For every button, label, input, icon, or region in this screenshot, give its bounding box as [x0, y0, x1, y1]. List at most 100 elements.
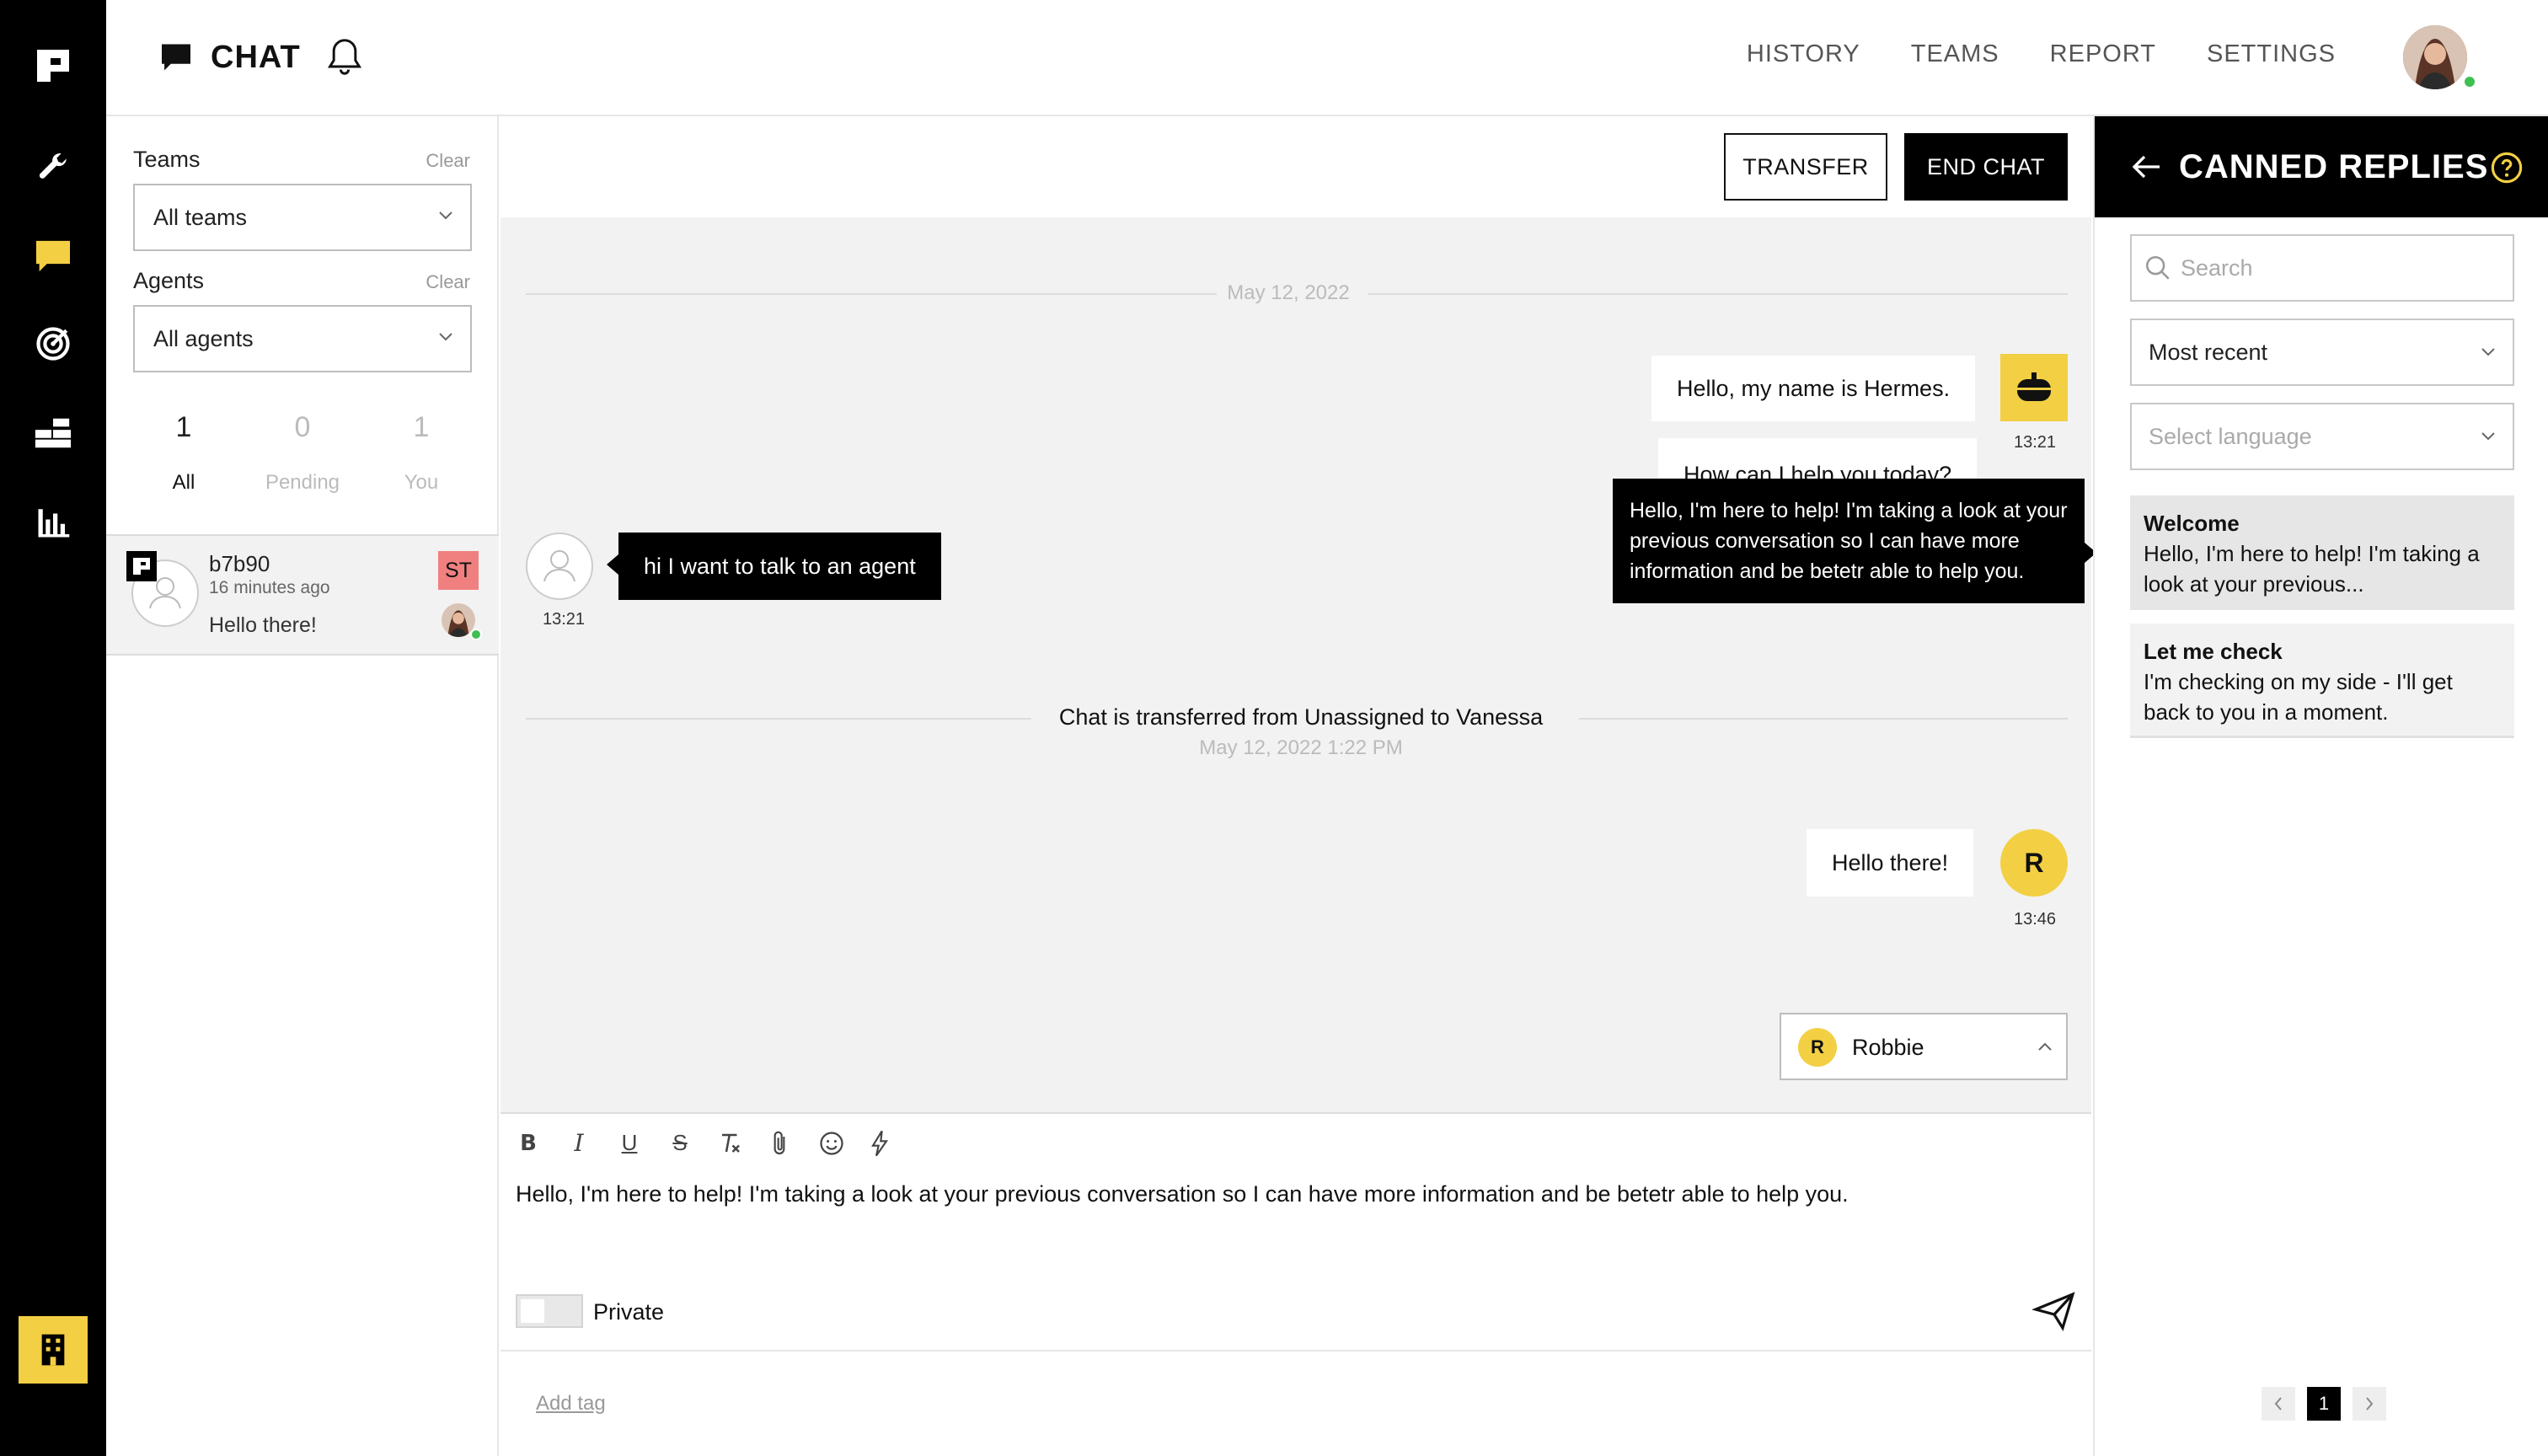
count-all[interactable]: 1 All — [133, 411, 234, 495]
attachment-icon[interactable] — [768, 1130, 794, 1157]
target-icon[interactable] — [33, 324, 73, 364]
agents-select-value: All agents — [153, 325, 254, 351]
chevron-down-icon — [439, 333, 452, 341]
visitor-avatar — [526, 533, 593, 600]
message-input[interactable]: Hello, I'm here to help! I'm taking a lo… — [516, 1181, 2074, 1207]
status-counts: 1 All 0 Pending 1 You — [133, 411, 472, 495]
agents-clear-button[interactable]: Clear — [426, 271, 470, 293]
visitor-message: hi I want to talk to an agent — [618, 533, 941, 600]
logo-icon[interactable] — [33, 46, 73, 86]
building-icon — [41, 1334, 65, 1366]
canned-reply-body: Hello, I'm here to help! I'm taking a lo… — [2144, 541, 2480, 597]
help-icon[interactable] — [2491, 152, 2523, 184]
emoji-icon[interactable] — [819, 1131, 844, 1156]
conversation-id: b7b90 — [209, 551, 270, 576]
online-status-dot — [2462, 74, 2477, 89]
language-select-placeholder: Select language — [2149, 423, 2312, 449]
page-number-button[interactable]: 1 — [2307, 1387, 2341, 1421]
search-icon — [2145, 255, 2170, 280]
divider-line — [1368, 293, 2068, 295]
nav-history[interactable]: HISTORY — [1747, 40, 1860, 68]
canned-reply-title: Let me check — [2144, 639, 2283, 664]
teams-select-value: All teams — [153, 204, 248, 230]
transfer-date: May 12, 2022 1:22 PM — [1199, 736, 1403, 759]
italic-icon[interactable]: I — [566, 1129, 592, 1157]
teams-label: Teams — [133, 147, 201, 172]
message-composer: B I U S Hello, I'm here to help! I'm tak… — [500, 1112, 2091, 1456]
canned-search-field[interactable]: Search — [2130, 234, 2514, 302]
prev-page-button[interactable] — [2262, 1387, 2295, 1421]
canned-replies-panel: CANNED REPLIES Search Most recent Select… — [2093, 116, 2548, 1456]
underline-icon[interactable]: U — [617, 1130, 642, 1156]
nav-settings[interactable]: SETTINGS — [2207, 40, 2336, 68]
bold-icon[interactable]: B — [516, 1131, 541, 1156]
conversation-time: 16 minutes ago — [209, 578, 330, 597]
building-button[interactable] — [19, 1316, 88, 1384]
transfer-note: Chat is transferred from Unassigned to V… — [1058, 704, 1544, 730]
transfer-button[interactable]: TRANSFER — [1724, 133, 1887, 201]
conversation-list-item[interactable]: b7b90 16 minutes ago Hello there! ST — [106, 534, 499, 656]
chevron-down-icon — [2481, 432, 2495, 441]
clear-format-icon[interactable] — [718, 1131, 743, 1156]
count-you[interactable]: 1 You — [371, 411, 472, 495]
agent-initials-badge: ST — [438, 551, 479, 590]
language-select[interactable]: Select language — [2130, 403, 2514, 470]
bricks-icon[interactable] — [33, 413, 73, 453]
bubble-tail — [607, 554, 618, 575]
agents-select[interactable]: All agents — [133, 305, 472, 372]
add-tag-link[interactable]: Add tag — [536, 1392, 606, 1416]
user-avatar[interactable] — [2403, 25, 2467, 89]
lightning-icon[interactable] — [870, 1130, 895, 1157]
sender-avatar: R — [1798, 1028, 1837, 1067]
teams-select[interactable]: All teams — [133, 184, 472, 251]
canned-replies-header: CANNED REPLIES — [2095, 116, 2548, 217]
conversation-preview: Hello there! — [209, 613, 317, 637]
date-divider: May 12, 2022 — [1227, 281, 1350, 304]
divider-line — [526, 718, 1031, 720]
channel-icon — [126, 551, 157, 581]
nav-teams[interactable]: TEAMS — [1911, 40, 1999, 68]
send-icon[interactable] — [2032, 1291, 2076, 1331]
robot-icon — [2014, 372, 2054, 401]
teams-clear-button[interactable]: Clear — [426, 150, 470, 172]
count-you-label: You — [404, 471, 439, 494]
chevron-down-icon — [439, 211, 452, 220]
format-toolbar: B I U S — [516, 1129, 895, 1157]
count-pending-label: Pending — [265, 471, 340, 494]
private-label: Private — [593, 1299, 665, 1325]
sort-select[interactable]: Most recent — [2130, 318, 2514, 386]
bot-avatar — [2000, 354, 2068, 421]
bell-icon[interactable] — [326, 37, 363, 78]
sender-select[interactable]: R Robbie — [1780, 1013, 2068, 1080]
canned-search-placeholder: Search — [2181, 254, 2253, 281]
nav-report[interactable]: REPORT — [2050, 40, 2156, 68]
count-pending-number: 0 — [294, 411, 311, 443]
divider-line — [1579, 718, 2068, 720]
chat-nav-icon[interactable] — [33, 236, 73, 276]
pagination: 1 — [2262, 1387, 2386, 1421]
private-toggle[interactable] — [516, 1294, 583, 1328]
end-chat-button[interactable]: END CHAT — [1904, 133, 2068, 201]
sidebar-rail — [0, 0, 106, 1456]
divider-line — [500, 1350, 2091, 1352]
canned-reply-item[interactable]: Welcome Hello, I'm here to help! I'm tak… — [2130, 495, 2514, 610]
chat-actions-bar: TRANSFER END CHAT — [500, 116, 2091, 217]
canned-reply-title: Welcome — [2144, 511, 2240, 536]
bar-chart-icon[interactable] — [33, 502, 73, 543]
next-page-button[interactable] — [2353, 1387, 2386, 1421]
canned-reply-item[interactable]: Let me check I'm checking on my side - I… — [2130, 624, 2514, 738]
bot-message: Hello, my name is Hermes. — [1651, 356, 1976, 421]
count-pending[interactable]: 0 Pending — [252, 411, 353, 495]
sender-name: Robbie — [1852, 1035, 1924, 1060]
count-all-label: All — [172, 471, 195, 494]
wrench-icon[interactable] — [33, 147, 73, 187]
back-arrow-icon[interactable] — [2132, 153, 2162, 180]
strikethrough-icon[interactable]: S — [667, 1130, 693, 1156]
divider-line — [526, 293, 1217, 295]
canned-reply-tooltip: Hello, I'm here to help! I'm taking a lo… — [1613, 479, 2085, 603]
conversation-filters: Teams Clear All teams Agents Clear All a… — [106, 116, 499, 1456]
chevron-right-icon — [2366, 1397, 2374, 1410]
page-title: CHAT — [211, 39, 301, 75]
agent-avatar: R — [2000, 829, 2068, 897]
agent-online-dot — [470, 629, 482, 640]
